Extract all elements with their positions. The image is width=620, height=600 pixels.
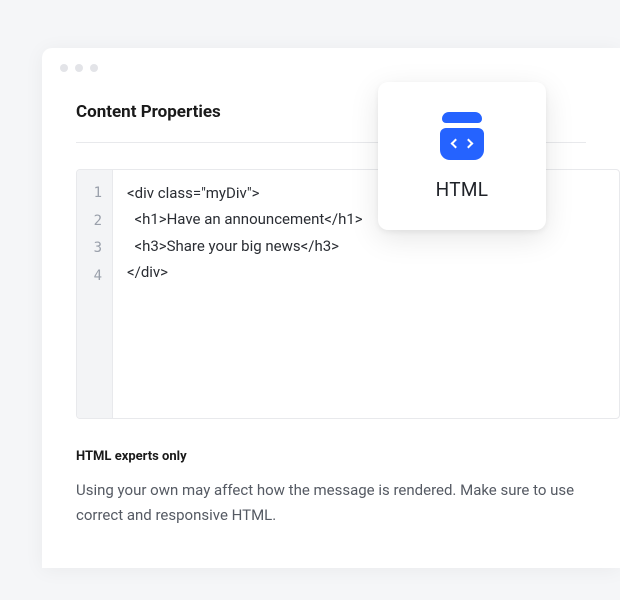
icon-body bbox=[440, 128, 484, 159]
line-number: 2 bbox=[77, 208, 112, 236]
line-number-gutter: 1 2 3 4 bbox=[77, 170, 113, 418]
icon-lid bbox=[442, 112, 482, 124]
code-line: </div> bbox=[127, 263, 168, 281]
window-dot-icon bbox=[90, 64, 98, 72]
window-dot-icon bbox=[75, 64, 83, 72]
code-line: <h1>Have an announcement</h1> bbox=[127, 210, 363, 228]
html-block-card[interactable]: HTML bbox=[378, 82, 546, 230]
section-subheading: HTML experts only bbox=[42, 419, 620, 464]
html-block-icon bbox=[434, 112, 490, 160]
card-label: HTML bbox=[436, 178, 489, 201]
line-number: 1 bbox=[77, 180, 112, 208]
line-number: 4 bbox=[77, 263, 112, 291]
window-dot-icon bbox=[60, 64, 68, 72]
window-traffic-lights bbox=[42, 48, 620, 72]
line-number: 3 bbox=[77, 235, 112, 263]
code-line: <div class="myDiv"> bbox=[127, 184, 260, 202]
chevron-left-icon bbox=[451, 139, 461, 149]
code-line: <h3>Share your big news</h3> bbox=[127, 237, 339, 255]
section-body-text: Using your own may affect how the messag… bbox=[42, 464, 620, 528]
chevron-right-icon bbox=[464, 139, 474, 149]
